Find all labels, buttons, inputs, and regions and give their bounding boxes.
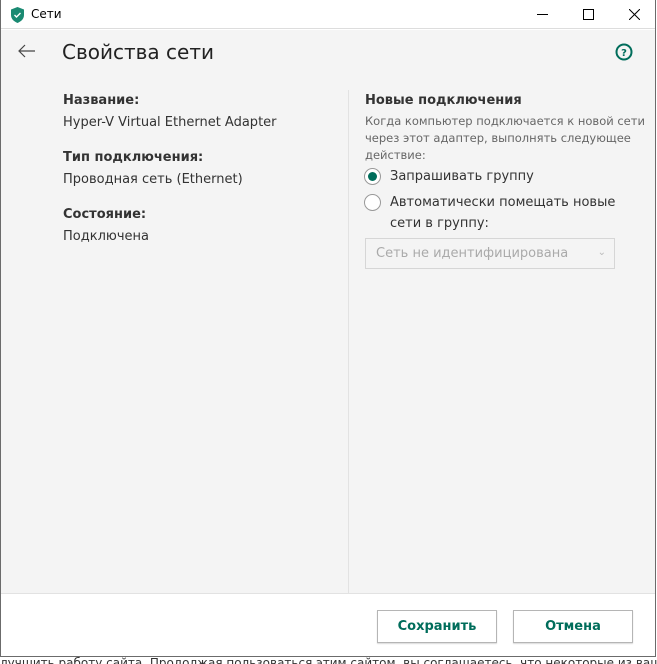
back-arrow-icon[interactable]: [18, 43, 36, 62]
window-title: Сети: [31, 7, 62, 21]
help-icon[interactable]: ?: [615, 43, 633, 65]
radio-checked-icon[interactable]: [364, 168, 381, 185]
title-bar: Сети: [1, 0, 655, 29]
chevron-down-icon: ⌄: [597, 247, 606, 258]
group-select-value: Сеть не идентифицирована: [376, 246, 569, 261]
network-properties-window: Сети Свойства сети ? Название: Hyper-V V…: [0, 0, 656, 657]
save-button[interactable]: Сохранить: [377, 610, 497, 643]
new-connections-heading: Новые подключения: [365, 93, 522, 108]
new-connections-description: Когда компьютер подключается к новой сет…: [365, 114, 645, 162]
minimize-button[interactable]: [519, 0, 565, 29]
close-button[interactable]: [611, 0, 655, 29]
connection-type-value: Проводная сеть (Ethernet): [63, 172, 243, 187]
cancel-button[interactable]: Отмена: [513, 610, 633, 643]
column-divider: [348, 90, 349, 594]
radio-auto-group[interactable]: Автоматически помещать новые сети в груп…: [364, 192, 644, 234]
page-title: Свойства сети: [62, 40, 214, 64]
svg-text:?: ?: [621, 48, 627, 59]
connection-type-label: Тип подключения:: [63, 150, 204, 165]
radio-label: Запрашивать группу: [390, 169, 534, 184]
radio-unchecked-icon[interactable]: [364, 194, 381, 211]
group-select[interactable]: Сеть не идентифицирована ⌄: [365, 238, 615, 269]
radio-label: Автоматически помещать новые сети в груп…: [390, 195, 616, 231]
name-label: Название:: [63, 93, 140, 108]
status-value: Подключена: [63, 229, 149, 244]
name-value: Hyper-V Virtual Ethernet Adapter: [63, 115, 277, 130]
status-label: Состояние:: [63, 207, 147, 222]
kaspersky-shield-icon: [11, 7, 24, 27]
maximize-button[interactable]: [565, 0, 611, 29]
content-area: Свойства сети ? Название: Hyper-V Virtua…: [1, 30, 655, 594]
radio-ask-group[interactable]: Запрашивать группу: [364, 166, 534, 187]
